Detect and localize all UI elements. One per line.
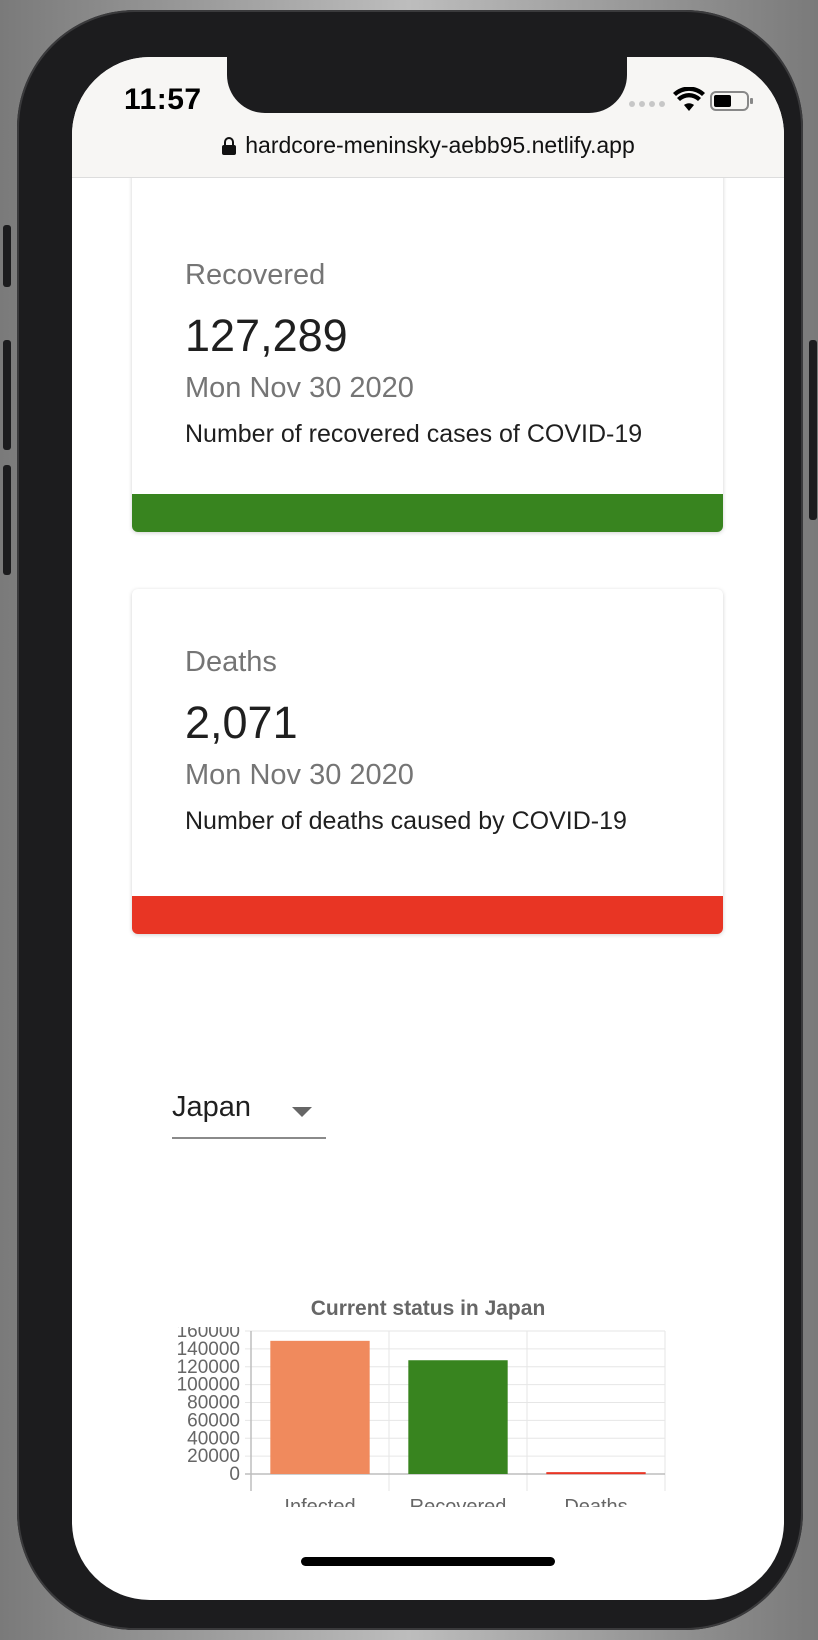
- wifi-icon: [673, 87, 705, 111]
- notch: [227, 57, 627, 113]
- country-select-value: Japan: [172, 1091, 252, 1123]
- cellular-signal-icon: [629, 101, 665, 107]
- card-description: Number of recovered cases of COVID-19: [185, 420, 643, 448]
- chart-title: Current status in Japan: [310, 1297, 546, 1320]
- mute-switch: [3, 225, 11, 287]
- url-text: hardcore-meninsky-aebb95.netlify.app: [245, 132, 635, 158]
- card-title: Deaths: [185, 646, 277, 678]
- x-tick-label: Infected: [284, 1496, 355, 1507]
- bar-infected: [270, 1340, 370, 1474]
- power-button: [809, 340, 817, 520]
- x-tick-label: Recovered: [410, 1496, 507, 1507]
- home-indicator[interactable]: [301, 1557, 555, 1566]
- card-value: 2,071: [185, 697, 298, 748]
- dropdown-arrow-icon[interactable]: [292, 1107, 312, 1117]
- clock: 11:57: [124, 83, 202, 116]
- bar-deaths: [546, 1472, 646, 1475]
- bar-recovered: [408, 1360, 508, 1474]
- recovered-color-bar: [132, 494, 723, 532]
- volume-up-button: [3, 340, 11, 450]
- deaths-card: Deaths 2,071 Mon Nov 30 2020 Number of d…: [132, 589, 723, 934]
- phone-frame: 11:57 hardcore-meninsky-aebb95.netlify.a…: [3, 10, 817, 1630]
- deaths-color-bar: [132, 896, 723, 934]
- card-title: Recovered: [185, 259, 326, 291]
- battery-icon: [710, 91, 753, 111]
- lock-icon: [222, 137, 237, 155]
- x-tick-label: Deaths: [564, 1496, 627, 1507]
- address-bar[interactable]: hardcore-meninsky-aebb95.netlify.app: [72, 132, 784, 159]
- screen: 11:57 hardcore-meninsky-aebb95.netlify.a…: [72, 57, 784, 1600]
- card-date: Mon Nov 30 2020: [185, 759, 414, 791]
- volume-down-button: [3, 465, 11, 575]
- card-date: Mon Nov 30 2020: [185, 372, 414, 404]
- country-select[interactable]: Japan: [172, 1087, 326, 1139]
- card-value: 127,289: [185, 310, 348, 361]
- y-tick-label: 0: [229, 1464, 240, 1485]
- bar-chart: 1600001400001200001000008000060000400002…: [177, 1327, 666, 1507]
- card-description: Number of deaths caused by COVID-19: [185, 807, 627, 835]
